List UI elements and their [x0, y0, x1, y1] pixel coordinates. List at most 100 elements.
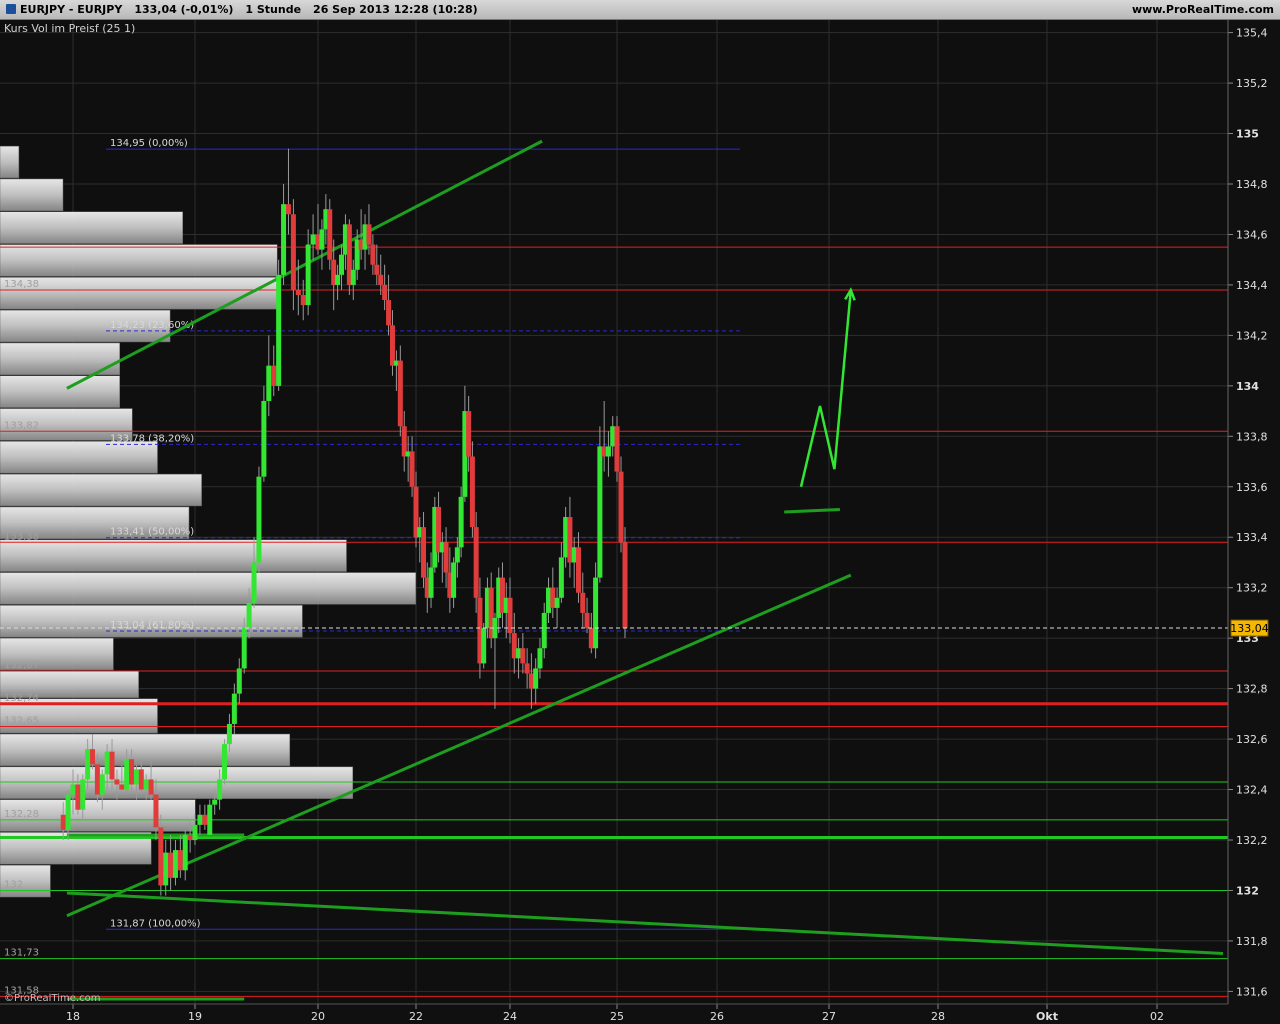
level-label: 132,28 — [4, 809, 39, 820]
candle-body — [378, 274, 384, 285]
candle-body — [554, 597, 560, 608]
candle-body — [158, 827, 164, 886]
candle-body — [428, 567, 434, 598]
fib-label: 133,41 (50,00%) — [110, 527, 194, 538]
candle-body — [85, 749, 91, 780]
candle-body — [276, 274, 282, 386]
volume-profile-bar — [0, 572, 417, 605]
candle-body — [256, 476, 262, 563]
candle-body — [65, 794, 71, 830]
price-chart[interactable]: 134,38 133,82 133,38 132,87 132,74 132,65 132,… — [0, 20, 1280, 1024]
x-tick-label: 18 — [66, 1010, 80, 1023]
candle-body — [80, 779, 86, 810]
volume-profile-bar — [0, 473, 202, 507]
candle-body — [90, 749, 96, 765]
candle-body — [370, 244, 376, 265]
candle-body — [584, 612, 590, 629]
level-label: 132 — [4, 879, 23, 890]
candle-body — [148, 779, 154, 795]
candle-body — [104, 751, 110, 775]
candle-body — [339, 254, 345, 275]
candle-body — [421, 527, 427, 578]
candle-body — [397, 360, 403, 427]
candle-body — [593, 577, 599, 649]
candle-body — [99, 774, 105, 795]
candle-body — [533, 668, 539, 689]
candle-body — [451, 562, 457, 598]
candle-body — [524, 663, 530, 674]
x-tick-label: 19 — [188, 1010, 202, 1023]
watermark: ©ProRealTime.com — [4, 993, 100, 1004]
y-tick-label: 134,4 — [1236, 279, 1268, 292]
candle-body — [458, 496, 464, 548]
candle-body — [571, 547, 577, 563]
volume-profile-bar — [0, 441, 158, 474]
candle-body — [305, 244, 311, 306]
level-label: 133,38 — [4, 531, 39, 542]
y-tick-label: 135 — [1236, 128, 1259, 141]
candle-body — [466, 411, 472, 457]
volume-profile-bar — [0, 211, 183, 244]
y-axis-panel — [1228, 20, 1280, 1004]
volume-profile-bar — [0, 178, 64, 212]
candle-body — [550, 587, 556, 608]
candle-body — [454, 547, 460, 563]
candle-body — [310, 234, 316, 245]
candle-body — [129, 759, 135, 785]
timeframe-label: 1 Stunde — [245, 3, 302, 16]
candle-body — [231, 693, 237, 724]
candle-body — [300, 295, 306, 306]
candle-body — [133, 769, 139, 785]
candle-body — [537, 648, 543, 669]
candle-body — [197, 814, 203, 825]
candle-body — [622, 542, 628, 629]
level-label: 132,87 — [4, 660, 39, 671]
candle-body — [114, 779, 120, 785]
title-left: EURJPY - EURJPY 133,04 (-0,01%) 1 Stunde 26… — [6, 3, 490, 16]
candle-body — [119, 784, 125, 790]
candle-body — [516, 648, 522, 659]
candle-body — [575, 547, 581, 593]
candle-body — [588, 628, 594, 649]
volume-profile-bar — [0, 375, 120, 408]
candle-body — [285, 204, 291, 215]
candle-body — [335, 274, 341, 285]
candle-body — [563, 517, 569, 558]
last-price-label: 133,04 — [1230, 622, 1269, 635]
candle-body — [251, 562, 257, 603]
level-label: 134,38 — [4, 279, 39, 290]
volume-profile-bar — [0, 277, 278, 310]
quote-value: 133,04 (-0,01%) — [134, 3, 234, 16]
candle-body — [271, 365, 277, 386]
y-tick-label: 133,6 — [1236, 481, 1268, 494]
y-tick-label: 131,8 — [1236, 935, 1268, 948]
candle-body — [212, 799, 218, 805]
level-label: 133,82 — [4, 420, 39, 431]
level-label: 131,73 — [4, 948, 39, 959]
app-icon — [6, 4, 16, 14]
datetime-label: 26 Sep 2013 12:28 (10:28) — [313, 3, 478, 16]
candle-body — [319, 229, 325, 250]
candle-body — [443, 542, 449, 573]
candle-body — [386, 300, 392, 326]
y-tick-label: 135,4 — [1236, 27, 1268, 40]
candle-body — [187, 834, 193, 840]
candle-body — [236, 668, 242, 694]
candle-body — [601, 446, 607, 457]
candle-body — [124, 759, 130, 790]
x-tick-label: 20 — [311, 1010, 325, 1023]
fib-label: 131,87 (100,00%) — [110, 918, 201, 929]
candle-body — [207, 804, 213, 835]
candle-body — [567, 517, 573, 563]
candle-body — [597, 446, 603, 578]
candle-body — [541, 612, 547, 649]
volume-profile-bar — [0, 145, 20, 179]
candle-body — [618, 471, 624, 543]
volume-profile-bar — [0, 539, 347, 572]
candle-body — [558, 557, 564, 598]
y-tick-label: 134,8 — [1236, 178, 1268, 191]
candle-body — [382, 284, 388, 301]
website-label[interactable]: www.ProRealTime.com — [1132, 3, 1274, 16]
candle-body — [192, 824, 198, 840]
x-tick-label: 28 — [931, 1010, 945, 1023]
